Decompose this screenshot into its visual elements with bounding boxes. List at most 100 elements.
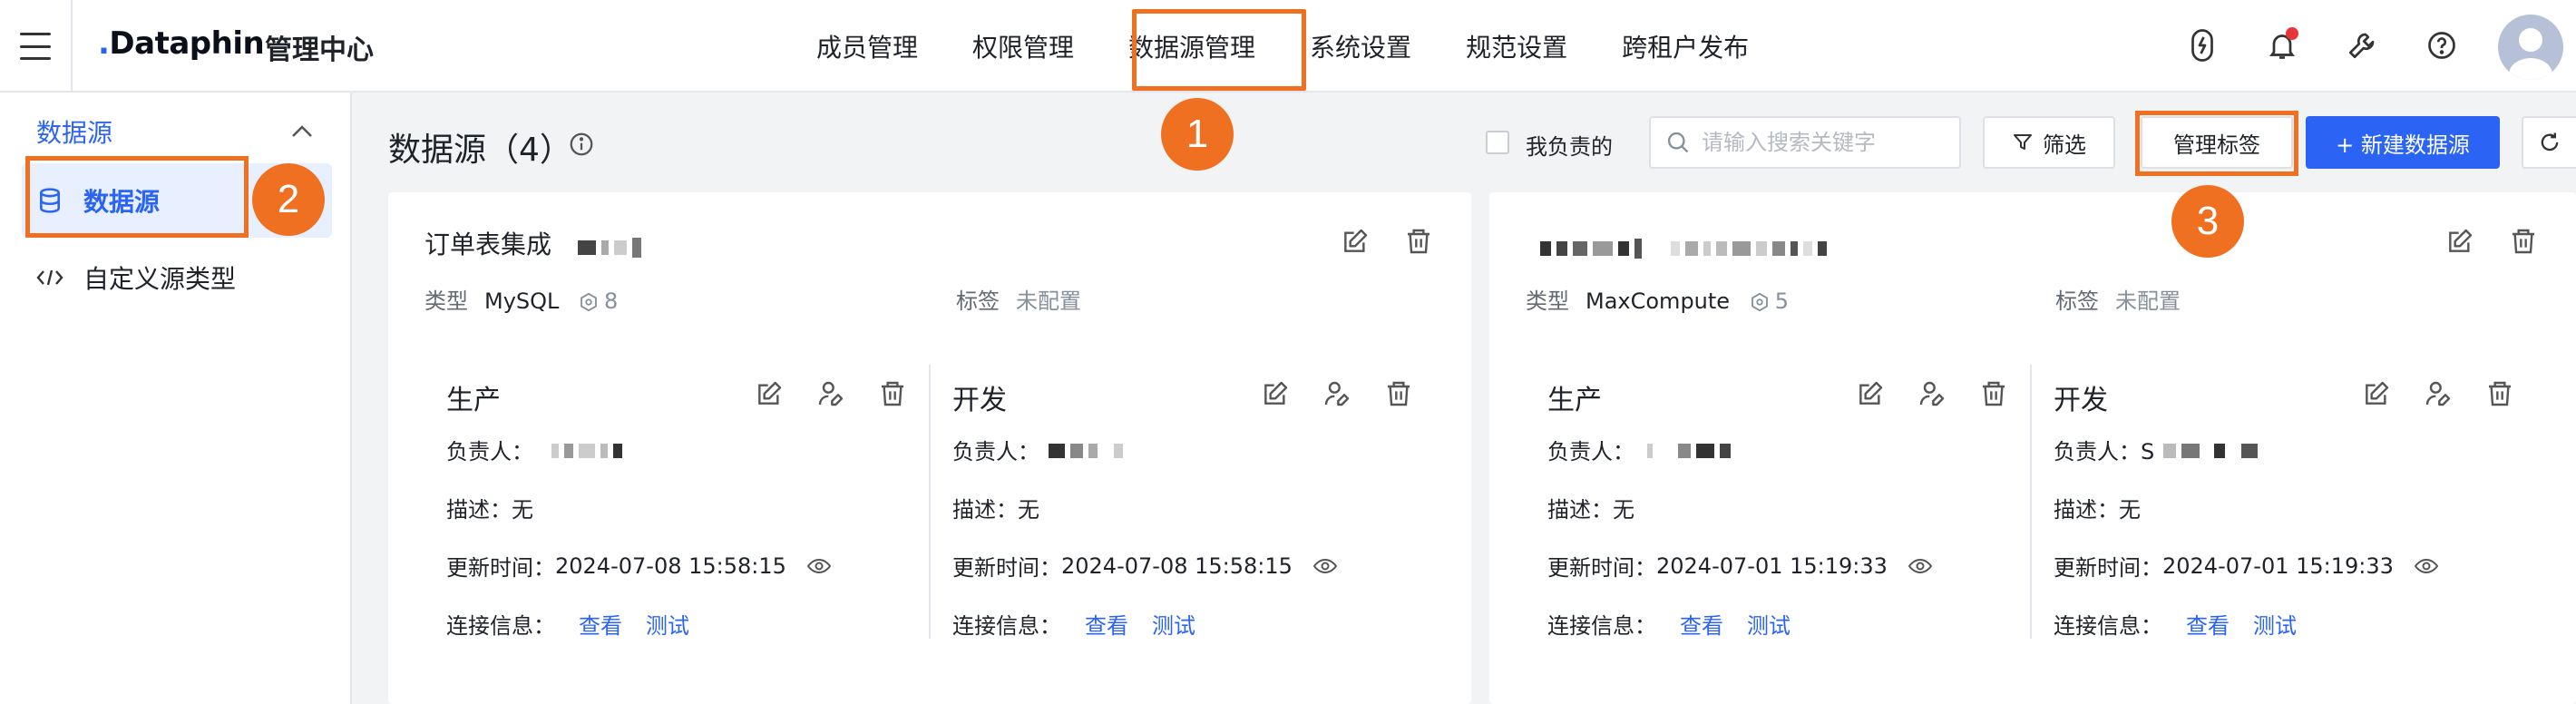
- test-link[interactable]: 测试: [646, 608, 689, 640]
- owner-label: 负责人：: [446, 439, 533, 464]
- owner-row: 负责人：S: [2054, 434, 2263, 465]
- edit-icon[interactable]: [1261, 379, 1290, 408]
- env-panel-prod: 生产 负责人： 描述：无 更新时间： 2024-07-08 15:58:15 连接…: [446, 365, 918, 655]
- desc-row: 描述：无: [2054, 492, 2141, 523]
- desc-value: 无: [1613, 497, 1634, 523]
- view-link[interactable]: 查看: [2186, 608, 2230, 640]
- edit-icon[interactable]: [2362, 379, 2391, 408]
- new-datasource-label: + 新建数据源: [2336, 132, 2470, 158]
- mine-checkbox[interactable]: [1486, 131, 1509, 154]
- edit-icon[interactable]: [2445, 227, 2474, 256]
- time-row: 更新时间： 2024-07-08 15:58:15: [952, 550, 1338, 582]
- datasource-card[interactable]: 类型 MaxCompute 5 标签 未配置 生产 负责人： 描述：无 更新时间： 2…: [1489, 192, 2576, 704]
- delete-icon[interactable]: [1979, 379, 2008, 408]
- highlight-box-nav: [1132, 9, 1306, 91]
- connection-label: 连接信息：: [446, 613, 555, 639]
- nav-members[interactable]: 成员管理: [816, 28, 918, 64]
- time-value: 2024-07-01 15:19:33: [2162, 552, 2394, 579]
- time-row: 更新时间： 2024-07-01 15:19:33: [2054, 550, 2439, 582]
- connection-label: 连接信息：: [952, 613, 1061, 639]
- eye-icon[interactable]: [1312, 557, 1338, 575]
- step-badge: 1: [1161, 98, 1234, 171]
- connection-row: 连接信息： 查看 测试: [1547, 608, 1791, 640]
- lightning-icon[interactable]: [2184, 27, 2220, 64]
- delete-icon[interactable]: [1384, 379, 1413, 408]
- eye-icon[interactable]: [806, 557, 832, 575]
- nav-permissions[interactable]: 权限管理: [972, 28, 1074, 64]
- time-value: 2024-07-01 15:19:33: [1656, 552, 1888, 579]
- time-row: 更新时间： 2024-07-08 15:58:15: [446, 550, 832, 582]
- avatar[interactable]: [2498, 15, 2563, 80]
- redacted-text: [1647, 437, 1736, 463]
- view-link[interactable]: 查看: [1085, 608, 1128, 640]
- test-link[interactable]: 测试: [1747, 608, 1791, 640]
- step-badge: 2: [252, 163, 325, 236]
- redacted-text: [2163, 437, 2263, 463]
- delete-icon[interactable]: [878, 379, 907, 408]
- edit-icon[interactable]: [755, 379, 784, 408]
- delete-icon[interactable]: [1404, 227, 1433, 256]
- time-label: 更新时间：: [2054, 555, 2162, 581]
- redacted-text: [1540, 232, 1832, 262]
- type-label: 类型: [424, 288, 468, 314]
- nav-standards[interactable]: 规范设置: [1466, 28, 1567, 64]
- delete-icon[interactable]: [2509, 227, 2538, 256]
- nav-system-settings[interactable]: 系统设置: [1310, 28, 1411, 64]
- desc-label: 描述：: [952, 497, 1018, 523]
- card-tags: 标签 未配置: [956, 283, 1081, 315]
- wrench-icon[interactable]: [2344, 27, 2380, 64]
- card-type: 类型 MySQL 8: [424, 283, 618, 315]
- redacted-text: [551, 437, 628, 463]
- user-edit-icon[interactable]: [2424, 379, 2453, 408]
- logo[interactable]: .Dataphin: [98, 25, 265, 62]
- sidebar-item-label: 自定义源类型: [83, 264, 237, 294]
- divider: [2030, 365, 2032, 639]
- time-value: 2024-07-08 15:58:15: [555, 552, 786, 579]
- env-panel-dev: 开发 负责人：S 描述：无 更新时间： 2024-07-01 15:19:33 连…: [2054, 365, 2525, 655]
- view-link[interactable]: 查看: [1680, 608, 1723, 640]
- env-panel-dev: 开发 负责人： 描述：无 更新时间： 2024-07-08 15:58:15 连接…: [952, 365, 1424, 655]
- user-edit-icon[interactable]: [1917, 379, 1947, 408]
- user-edit-icon[interactable]: [1322, 379, 1351, 408]
- nav-cross-tenant[interactable]: 跨租户发布: [1622, 28, 1749, 64]
- desc-label: 描述：: [2054, 497, 2119, 523]
- type-count: 8: [604, 288, 619, 314]
- refresh-icon: [2541, 132, 2559, 152]
- test-link[interactable]: 测试: [1152, 608, 1195, 640]
- view-link[interactable]: 查看: [579, 608, 622, 640]
- hexagon-icon: [1751, 292, 1768, 312]
- mine-checkbox-label: 我负责的: [1526, 134, 1613, 160]
- edit-icon[interactable]: [1856, 379, 1885, 408]
- user-edit-icon[interactable]: [816, 379, 845, 408]
- refresh-button[interactable]: [2522, 116, 2576, 169]
- search-box[interactable]: [1649, 116, 1961, 169]
- test-link[interactable]: 测试: [2253, 608, 2297, 640]
- env-title: 生产: [446, 385, 501, 416]
- type-value: MaxCompute: [1586, 288, 1731, 314]
- divider: [929, 365, 931, 639]
- highlight-box-manage-tags: [2135, 111, 2298, 176]
- card-tags: 标签 未配置: [2055, 283, 2181, 315]
- edit-icon[interactable]: [1341, 227, 1370, 256]
- info-icon[interactable]: [568, 131, 595, 158]
- search-input[interactable]: [1702, 130, 1956, 155]
- app-title: 管理中心: [265, 34, 374, 66]
- datasource-card[interactable]: 订单表集成 类型 MySQL 8 标签 未配置 生产 负责人： 描述：无 更新时间：…: [388, 192, 1471, 704]
- delete-icon[interactable]: [2485, 379, 2514, 408]
- eye-icon[interactable]: [1908, 557, 1933, 575]
- bell-icon[interactable]: [2264, 27, 2300, 64]
- eye-icon[interactable]: [2414, 557, 2439, 575]
- sidebar-group-datasource[interactable]: 数据源: [0, 105, 350, 158]
- desc-label: 描述：: [446, 497, 512, 523]
- filter-button[interactable]: 筛选: [1983, 116, 2115, 169]
- hamburger-menu-icon[interactable]: [20, 33, 51, 60]
- help-icon[interactable]: [2424, 27, 2460, 64]
- desc-value: 无: [1018, 497, 1039, 523]
- time-label: 更新时间：: [1547, 555, 1656, 581]
- redacted-text: [577, 231, 647, 261]
- owner-label: 负责人：: [1547, 439, 1634, 464]
- sidebar-item-custom-type[interactable]: 自定义源类型: [22, 250, 332, 305]
- env-title: 开发: [2054, 385, 2108, 416]
- card-title: [1540, 230, 1832, 262]
- new-datasource-button[interactable]: + 新建数据源: [2306, 116, 2500, 169]
